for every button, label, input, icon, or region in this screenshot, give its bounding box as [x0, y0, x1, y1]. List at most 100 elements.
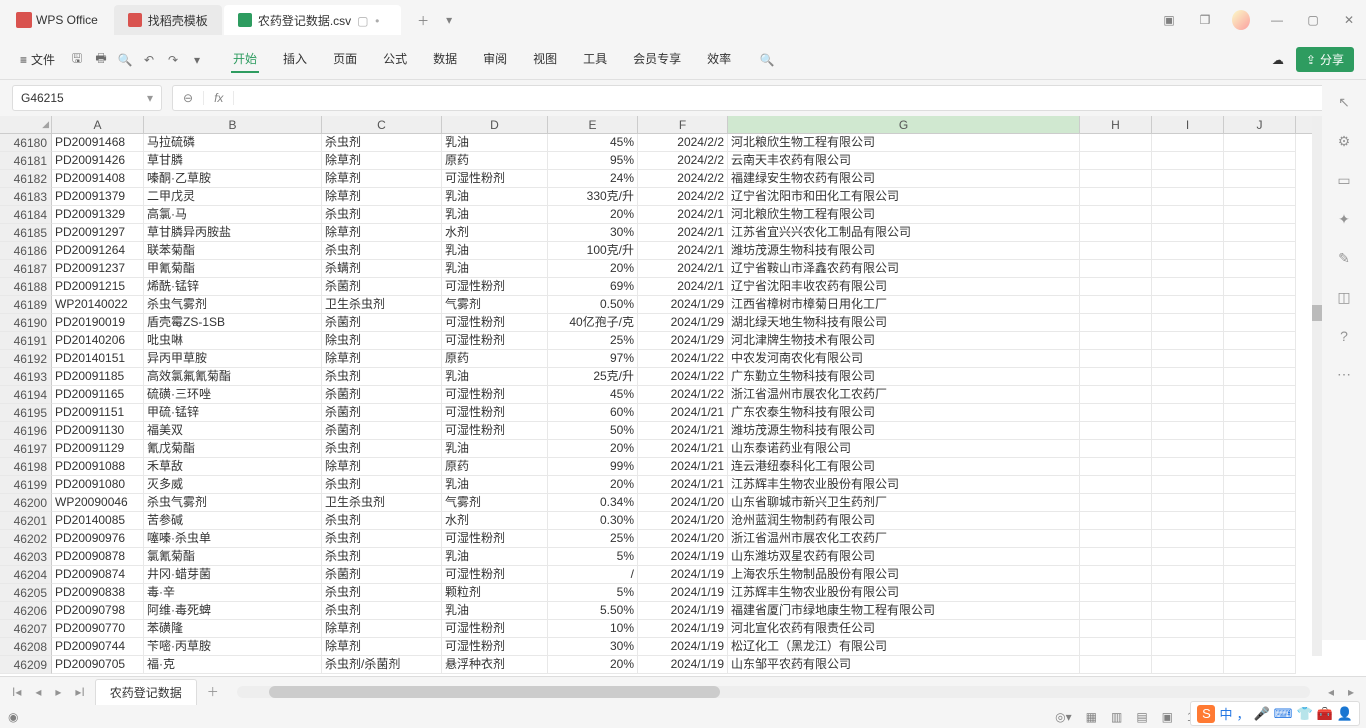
cell[interactable]: 20%: [548, 260, 638, 278]
cell[interactable]: 江苏辉丰生物农业股份有限公司: [728, 584, 1080, 602]
cell[interactable]: 5.50%: [548, 602, 638, 620]
cell[interactable]: 福美双: [144, 422, 322, 440]
cell[interactable]: 乳油: [442, 602, 548, 620]
cell[interactable]: 乳油: [442, 206, 548, 224]
cell[interactable]: PD20090976: [52, 530, 144, 548]
cell[interactable]: 潍坊茂源生物科技有限公司: [728, 422, 1080, 440]
ime-user-icon[interactable]: 👤: [1337, 706, 1353, 722]
cell[interactable]: 杀虫剂: [322, 548, 442, 566]
tools-icon[interactable]: ✎: [1338, 250, 1350, 267]
cell[interactable]: 硫磺·三环唑: [144, 386, 322, 404]
cell[interactable]: [1224, 440, 1296, 458]
cell[interactable]: 可湿性粉剂: [442, 170, 548, 188]
cell[interactable]: [1152, 242, 1224, 260]
cell[interactable]: 盾壳霉ZS-1SB: [144, 314, 322, 332]
cell[interactable]: 2024/2/1: [638, 224, 728, 242]
sheet-prev-icon[interactable]: ◂: [31, 685, 45, 699]
cell[interactable]: [1152, 512, 1224, 530]
cell[interactable]: 气雾剂: [442, 494, 548, 512]
cell[interactable]: 2024/2/1: [638, 206, 728, 224]
cell[interactable]: [1224, 530, 1296, 548]
cell[interactable]: PD20091237: [52, 260, 144, 278]
cell[interactable]: 99%: [548, 458, 638, 476]
cell[interactable]: 2024/1/29: [638, 314, 728, 332]
close-window-icon[interactable]: ✕: [1340, 13, 1358, 27]
cell[interactable]: [1224, 548, 1296, 566]
cell[interactable]: PD20091379: [52, 188, 144, 206]
cell[interactable]: [1152, 188, 1224, 206]
cell[interactable]: 云南天丰农药有限公司: [728, 152, 1080, 170]
formula-input[interactable]: [234, 86, 1331, 110]
cell[interactable]: /: [548, 566, 638, 584]
cell[interactable]: [1080, 224, 1152, 242]
row-header[interactable]: 46185: [0, 224, 52, 242]
cell[interactable]: 乳油: [442, 368, 548, 386]
cell[interactable]: 福·克: [144, 656, 322, 674]
cell[interactable]: 2024/1/29: [638, 296, 728, 314]
minimize-icon[interactable]: —: [1268, 13, 1286, 27]
cell[interactable]: 0.34%: [548, 494, 638, 512]
cube-icon[interactable]: ❒: [1196, 13, 1214, 27]
cell[interactable]: 30%: [548, 638, 638, 656]
cell[interactable]: 除草剂: [322, 620, 442, 638]
cell[interactable]: 乳油: [442, 242, 548, 260]
cell[interactable]: 氯氰菊酯: [144, 548, 322, 566]
focus-mode-icon[interactable]: ◎▾: [1055, 710, 1072, 724]
cell[interactable]: 20%: [548, 206, 638, 224]
cell[interactable]: 辽宁省鞍山市泽鑫农药有限公司: [728, 260, 1080, 278]
cell[interactable]: [1080, 278, 1152, 296]
cell[interactable]: [1224, 584, 1296, 602]
menu-data[interactable]: 数据: [431, 46, 459, 73]
cell[interactable]: 山东泰诺药业有限公司: [728, 440, 1080, 458]
cell[interactable]: [1224, 242, 1296, 260]
cell[interactable]: PD20091080: [52, 476, 144, 494]
cell[interactable]: [1224, 368, 1296, 386]
cell[interactable]: [1224, 602, 1296, 620]
cell[interactable]: 杀虫气雾剂: [144, 296, 322, 314]
cell[interactable]: 24%: [548, 170, 638, 188]
menu-efficiency[interactable]: 效率: [705, 46, 733, 73]
col-header-E[interactable]: E: [548, 116, 638, 133]
cell[interactable]: [1152, 368, 1224, 386]
cell[interactable]: PD20091088: [52, 458, 144, 476]
cell[interactable]: 高效氯氟氰菊酯: [144, 368, 322, 386]
undo-icon[interactable]: ↶: [139, 50, 159, 70]
cell[interactable]: [1152, 170, 1224, 188]
cell[interactable]: 吡虫啉: [144, 332, 322, 350]
cell[interactable]: 30%: [548, 224, 638, 242]
cell[interactable]: 联苯菊酯: [144, 242, 322, 260]
cell[interactable]: 乳油: [442, 548, 548, 566]
cell[interactable]: [1224, 566, 1296, 584]
cell[interactable]: 连云港纽泰科化工有限公司: [728, 458, 1080, 476]
cell[interactable]: 除草剂: [322, 350, 442, 368]
cell[interactable]: [1080, 206, 1152, 224]
cell[interactable]: 60%: [548, 404, 638, 422]
cell[interactable]: [1080, 296, 1152, 314]
cell[interactable]: 苯磺隆: [144, 620, 322, 638]
row-header[interactable]: 46193: [0, 368, 52, 386]
record-macro-icon[interactable]: ◉: [8, 710, 18, 724]
cell[interactable]: 2024/1/29: [638, 332, 728, 350]
view-page-icon[interactable]: ▥: [1111, 710, 1122, 724]
row-header[interactable]: 46203: [0, 548, 52, 566]
cell[interactable]: [1224, 332, 1296, 350]
cell[interactable]: 0.50%: [548, 296, 638, 314]
cell[interactable]: [1152, 440, 1224, 458]
cell[interactable]: 水剂: [442, 512, 548, 530]
cell[interactable]: [1224, 386, 1296, 404]
col-header-J[interactable]: J: [1224, 116, 1296, 133]
cell[interactable]: [1224, 170, 1296, 188]
cell[interactable]: [1080, 440, 1152, 458]
row-header[interactable]: 46188: [0, 278, 52, 296]
cell[interactable]: PD20190019: [52, 314, 144, 332]
row-header[interactable]: 46198: [0, 458, 52, 476]
cell[interactable]: [1080, 530, 1152, 548]
cell[interactable]: 上海农乐生物制品股份有限公司: [728, 566, 1080, 584]
select-all-corner[interactable]: ◢: [0, 116, 52, 133]
new-tab-button[interactable]: ＋: [411, 8, 435, 32]
row-header[interactable]: 46199: [0, 476, 52, 494]
more-icon[interactable]: ⋯: [1337, 366, 1351, 383]
cell[interactable]: 5%: [548, 548, 638, 566]
row-header[interactable]: 46197: [0, 440, 52, 458]
row-header[interactable]: 46192: [0, 350, 52, 368]
